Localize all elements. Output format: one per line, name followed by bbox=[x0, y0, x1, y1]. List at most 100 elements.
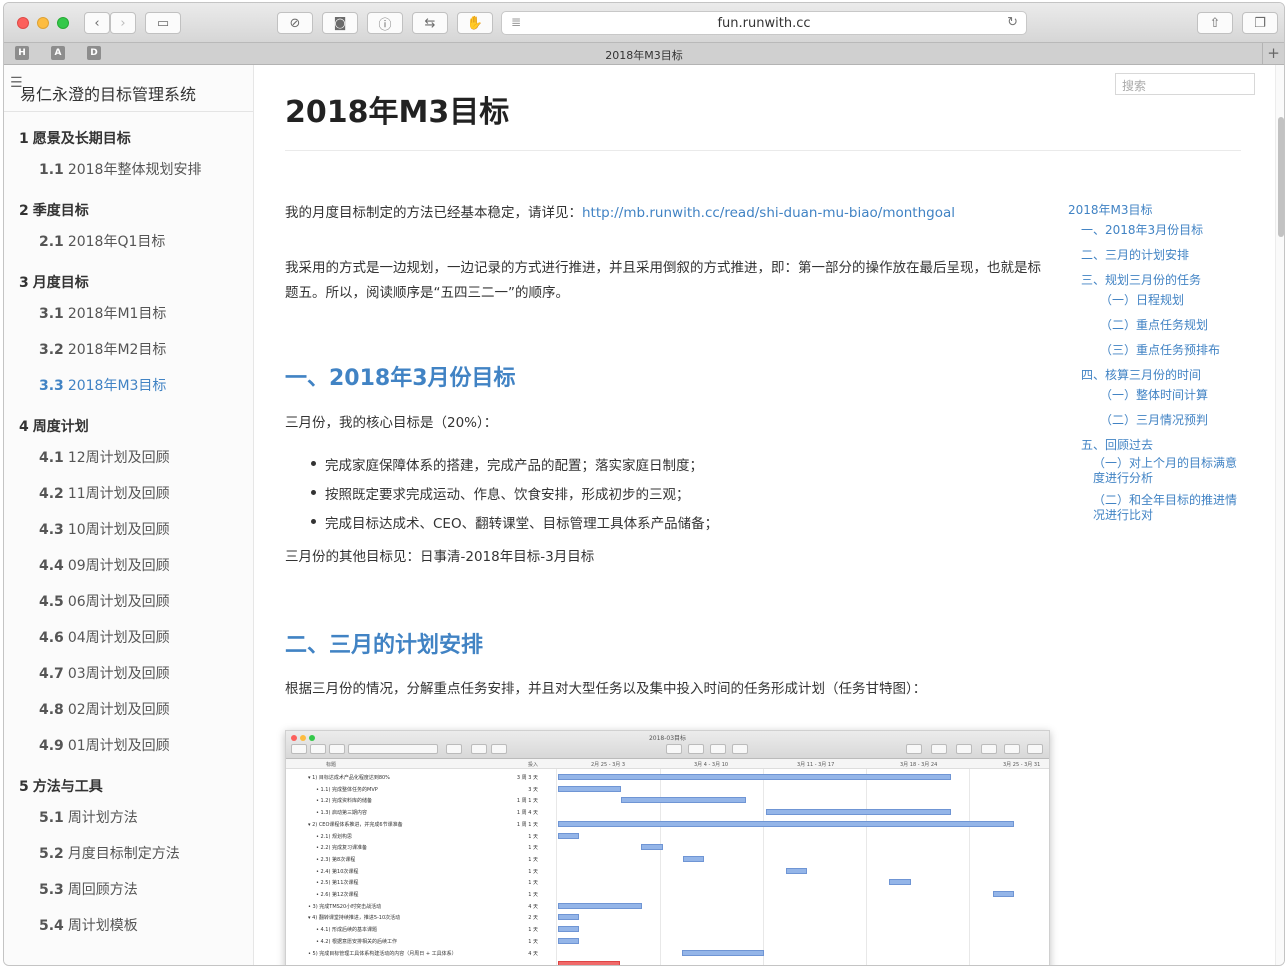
gantt-col-effort: 投入 bbox=[528, 762, 539, 768]
toc-link[interactable]: 二、三月的计划安排 bbox=[1081, 248, 1189, 263]
toc-link[interactable]: 2018年M3目标 bbox=[1068, 203, 1153, 218]
gantt-task-effort: 1 周 1 天 bbox=[516, 798, 538, 805]
gantt-row: • 4.2) 根据意愿安排相关的后续工作 1 天 bbox=[286, 935, 556, 947]
sidebar-toggle-button[interactable]: ▭ bbox=[145, 12, 181, 34]
sidebar-item[interactable]: 1 愿景及长期目标 bbox=[19, 128, 131, 148]
sidebar-item[interactable]: 5.2 月度目标制定方法 bbox=[39, 843, 180, 863]
sidebar-item[interactable]: 4.4 09周计划及回顾 bbox=[39, 555, 170, 575]
goal-bullet-2: 按照既定要求完成运动、作息、饮食安排，形成初步的三观； bbox=[311, 483, 690, 503]
sidebar-item[interactable]: 4 周度计划 bbox=[19, 416, 89, 436]
gantt-task-effort: 4 天 bbox=[528, 950, 538, 957]
minimize-window-button[interactable] bbox=[37, 17, 49, 29]
toc-link[interactable]: 三、规划三月份的任务 bbox=[1081, 273, 1201, 288]
sidebar-item[interactable]: 3.1 2018年M1目标 bbox=[39, 303, 166, 323]
gantt-toolbar: 2018-03目标 bbox=[286, 731, 1049, 759]
address-bar[interactable]: ≣ fun.runwith.cc ↻ bbox=[501, 11, 1027, 35]
gantt-task-effort: 1 周 1 天 bbox=[516, 821, 538, 828]
sidebar-item[interactable]: 5.3 周回顾方法 bbox=[39, 879, 138, 899]
gantt-row: • 1.3) 启动第三期内容 1 周 4 天 bbox=[286, 806, 556, 818]
block-button[interactable]: ⊘ bbox=[277, 12, 313, 34]
toc-link[interactable]: 一、2018年3月份目标 bbox=[1081, 223, 1203, 238]
sidebar-item-number: 4.5 bbox=[39, 594, 64, 610]
gantt-tool-3 bbox=[329, 744, 345, 754]
forward-button[interactable]: › bbox=[110, 12, 136, 34]
sidebar-item[interactable]: 4.3 10周计划及回顾 bbox=[39, 519, 170, 539]
sidebar-item-number: 1.1 bbox=[39, 162, 64, 178]
sidebar-item[interactable]: 4.9 01周计划及回顾 bbox=[39, 735, 170, 755]
gantt-bar bbox=[558, 832, 579, 839]
reload-icon[interactable]: ↻ bbox=[1007, 15, 1018, 30]
sidebar-item[interactable]: 4.2 11周计划及回顾 bbox=[39, 483, 170, 503]
toc-link[interactable]: （一）整体时间计算 bbox=[1100, 388, 1208, 403]
scrollbar-thumb[interactable] bbox=[1278, 117, 1284, 237]
sidebar-item-label: 周回顾方法 bbox=[67, 882, 138, 898]
gantt-divider bbox=[556, 769, 557, 965]
search-input[interactable]: 搜索 bbox=[1115, 73, 1255, 95]
tabs-overview-button[interactable]: ❐ bbox=[1242, 12, 1278, 34]
sidebar-item[interactable]: 5 方法与工具 bbox=[19, 776, 103, 796]
book-title[interactable]: 易仁永澄的目标管理系统 bbox=[20, 81, 196, 105]
sidebar-item-number: 4.1 bbox=[39, 450, 64, 466]
toc-link[interactable]: 五、回顾过去 bbox=[1081, 438, 1153, 453]
gantt-tool-16 bbox=[1004, 744, 1020, 754]
toc-link[interactable]: （二）和全年目标的推进情况进行比对 bbox=[1093, 493, 1243, 523]
gantt-task-effort: 1 天 bbox=[528, 856, 538, 863]
extension-button[interactable]: ✋ bbox=[457, 12, 493, 34]
new-tab-button[interactable]: + bbox=[1262, 43, 1284, 65]
gantt-task-effort: 1 天 bbox=[528, 892, 538, 898]
sidebar-item[interactable]: 1.1 2018年整体规划安排 bbox=[39, 159, 201, 179]
sidebar-item[interactable]: 3 月度目标 bbox=[19, 272, 89, 292]
toc-link[interactable]: （二）重点任务规划 bbox=[1100, 318, 1208, 333]
tabs-icon: ❐ bbox=[1254, 15, 1266, 31]
sidebar-item[interactable]: 4.5 06周计划及回顾 bbox=[39, 591, 170, 611]
gantt-row: • 2.4) 第10次课程 1 天 bbox=[286, 865, 556, 877]
sidebar-item[interactable]: 5.1 周计划方法 bbox=[39, 807, 138, 827]
arrows-icon: ⇆ bbox=[424, 15, 436, 31]
toc-link[interactable]: （一）日程规划 bbox=[1100, 293, 1184, 308]
sidebar-item-number: 2.1 bbox=[39, 234, 64, 250]
method-link[interactable]: http://mb.runwith.cc/read/shi-duan-mu-bi… bbox=[582, 205, 955, 221]
extension-icon: ✋ bbox=[466, 15, 484, 31]
tab-title[interactable]: 2018年M3目标 bbox=[4, 47, 1284, 63]
sidebar-item[interactable]: 2 季度目标 bbox=[19, 200, 89, 220]
toc-link[interactable]: 四、核算三月份的时间 bbox=[1081, 368, 1201, 383]
sidebar-item-label: 方法与工具 bbox=[32, 779, 103, 795]
sidebar-item[interactable]: 5.4 周计划模板 bbox=[39, 915, 138, 935]
sidebar-item-number: 5.4 bbox=[39, 918, 64, 934]
main-content: 搜索 2018年M3目标 我的月度目标制定的方法已经基本稳定，请详见：http:… bbox=[255, 65, 1275, 965]
sidebar-item-number: 1 bbox=[19, 131, 29, 147]
close-window-button[interactable] bbox=[17, 17, 29, 29]
gantt-bar bbox=[766, 809, 951, 816]
sidebar-item[interactable]: 2.1 2018年Q1目标 bbox=[39, 231, 165, 251]
order-paragraph: 我采用的方式是一边规划，一边记录的方式进行推进，并且采用倒叙的方式推进，即：第一… bbox=[285, 260, 1041, 301]
sidebar-item-label: 月度目标 bbox=[32, 275, 89, 291]
sidebar-item[interactable]: 4.7 03周计划及回顾 bbox=[39, 663, 170, 683]
page-title: 2018年M3目标 bbox=[285, 95, 510, 130]
page-scrollbar[interactable] bbox=[1275, 65, 1284, 965]
sidebar-divider bbox=[4, 111, 253, 112]
gantt-task-name: • 2.1) 规划构思 bbox=[316, 833, 353, 840]
gantt-week-3: 3月 11 - 3月 17 bbox=[797, 762, 835, 768]
zoom-window-button[interactable] bbox=[57, 17, 69, 29]
sidebar-item[interactable]: 4.6 04周计划及回顾 bbox=[39, 627, 170, 647]
sidebar-item[interactable]: 3.3 2018年M3目标 bbox=[39, 375, 166, 395]
toc-link[interactable]: （三）重点任务预排布 bbox=[1100, 343, 1220, 358]
browser-toolbar: ‹ › ▭ ⊘ ◙ ⓘ ⇆ ✋ ≣ fun.runwith.cc ↻ ⇧ ❐ bbox=[4, 3, 1284, 43]
gantt-bar bbox=[558, 774, 951, 780]
sidebar-item[interactable]: 4.1 12周计划及回顾 bbox=[39, 447, 170, 467]
gantt-task-effort: 1 天 bbox=[528, 927, 538, 934]
sidebar-item-number: 5.3 bbox=[39, 882, 64, 898]
transfer-button[interactable]: ⇆ bbox=[412, 12, 448, 34]
toc-link[interactable]: （一）对上个月的目标满意度进行分析 bbox=[1093, 456, 1243, 486]
sidebar-item[interactable]: 4.8 02周计划及回顾 bbox=[39, 699, 170, 719]
screenshot-button[interactable]: ◙ bbox=[322, 12, 358, 34]
toc-link[interactable]: （二）三月情况预判 bbox=[1100, 413, 1208, 428]
sidebar-item-label: 2018年Q1目标 bbox=[67, 234, 166, 250]
share-button[interactable]: ⇧ bbox=[1197, 12, 1233, 34]
gantt-row: • 2.1) 规划构思 1 天 bbox=[286, 830, 556, 842]
intro-paragraph: 我的月度目标制定的方法已经基本稳定，请详见：http://mb.runwith.… bbox=[285, 201, 1045, 226]
sidebar-item-label: 12周计划及回顾 bbox=[67, 450, 170, 466]
sidebar-item[interactable]: 3.2 2018年M2目标 bbox=[39, 339, 166, 359]
info-button[interactable]: ⓘ bbox=[367, 12, 403, 34]
back-button[interactable]: ‹ bbox=[84, 12, 110, 34]
